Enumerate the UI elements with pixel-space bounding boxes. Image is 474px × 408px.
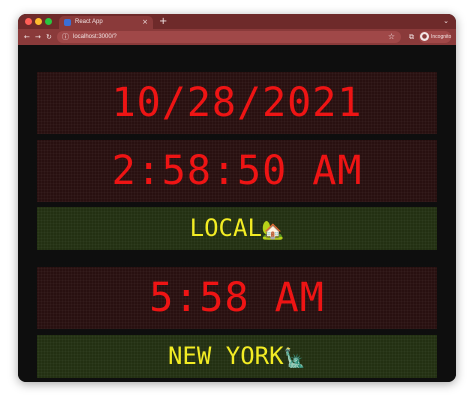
new-york-label-display: NEW YORK🗽 xyxy=(37,335,437,378)
incognito-label: Incognito xyxy=(431,34,452,40)
info-icon[interactable]: ⓘ xyxy=(62,31,69,43)
reload-icon[interactable]: ↻ xyxy=(46,31,52,43)
browser-window: React App × + ⌄ ← → ↻ ⓘ localhost:3000/?… xyxy=(18,14,456,382)
maximize-window-button[interactable] xyxy=(45,18,52,25)
house-icon: 🏡 xyxy=(261,220,285,241)
tab-title: React App xyxy=(75,19,103,25)
browser-toolbar: ← → ↻ ⓘ localhost:3000/? ☆ ⧉ ● Incognito xyxy=(18,29,456,45)
tab-react-app[interactable]: React App × xyxy=(59,16,153,29)
new-york-time-text: 5:58 AM xyxy=(149,275,325,321)
new-york-label-text: NEW YORK xyxy=(167,342,284,370)
local-label-display: LOCAL🏡 xyxy=(37,207,437,250)
tab-close-icon[interactable]: × xyxy=(142,17,148,28)
chevron-down-icon[interactable]: ⌄ xyxy=(443,16,449,27)
url-text[interactable]: localhost:3000/? xyxy=(73,31,117,43)
extension-icon[interactable]: ⧉ xyxy=(409,31,414,43)
minimize-window-button[interactable] xyxy=(35,18,42,25)
incognito-icon: ● xyxy=(420,32,429,41)
statue-of-liberty-icon: 🗽 xyxy=(283,348,306,369)
local-time-display: 2:58:50 AM xyxy=(37,140,437,202)
incognito-badge[interactable]: ● Incognito xyxy=(419,31,451,43)
local-time-text: 2:58:50 AM xyxy=(111,148,363,194)
new-york-time-display: 5:58 AM xyxy=(37,267,437,329)
page-content: 10/28/2021 2:58:50 AM LOCAL🏡 5:58 AM NEW… xyxy=(18,45,456,382)
star-icon[interactable]: ☆ xyxy=(388,31,395,43)
local-label-text: LOCAL xyxy=(189,214,262,242)
forward-icon[interactable]: → xyxy=(35,31,41,43)
close-window-button[interactable] xyxy=(25,18,32,25)
address-bar[interactable]: ⓘ localhost:3000/? ☆ xyxy=(57,31,401,43)
title-bar: React App × + ⌄ xyxy=(18,14,456,29)
date-text: 10/28/2021 xyxy=(111,80,363,126)
new-tab-button[interactable]: + xyxy=(159,15,167,28)
date-display: 10/28/2021 xyxy=(37,72,437,134)
favicon-icon xyxy=(64,19,71,26)
back-icon[interactable]: ← xyxy=(24,31,30,43)
